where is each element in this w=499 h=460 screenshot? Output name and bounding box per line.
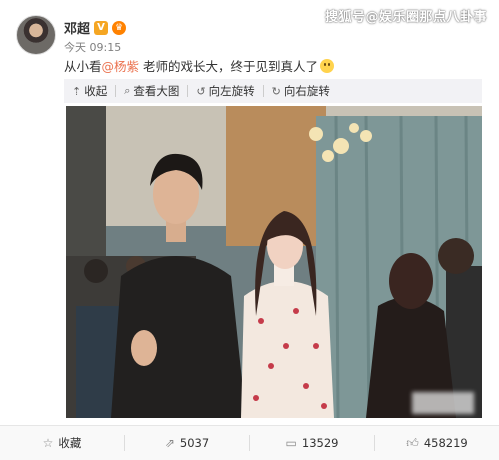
- mention-link[interactable]: @杨紫: [102, 59, 140, 74]
- collapse-up-icon: ⇡: [72, 84, 82, 98]
- post-photo[interactable]: [66, 106, 482, 418]
- post-text-suffix: 老师的戏长大，终于见到真人了: [139, 59, 319, 74]
- collapse-label: 收起: [84, 84, 108, 98]
- rotate-right-button[interactable]: ↻ 向右旋转: [264, 79, 338, 103]
- like-button[interactable]: 👍︎ 458219: [375, 426, 499, 460]
- star-icon: ☆: [42, 436, 54, 450]
- photo-illustration: [66, 106, 482, 418]
- author-name[interactable]: 邓超: [64, 18, 90, 37]
- rotate-left-button[interactable]: ↺ 向左旋转: [188, 79, 262, 103]
- forward-count: 5037: [179, 436, 210, 450]
- magnify-icon: ⌕: [124, 84, 131, 97]
- collapse-button[interactable]: ⇡ 收起: [64, 79, 115, 103]
- rotate-left-icon: ↺: [196, 84, 206, 98]
- rotate-right-label: 向右旋转: [283, 84, 330, 98]
- share-icon: ⇗: [164, 436, 175, 450]
- action-bar: ☆ 收藏 ⇗ 5037 ▭ 13529 👍︎ 458219: [0, 425, 499, 460]
- member-crown-icon: ♛: [112, 20, 127, 35]
- source-watermark: 搜狐号@娱乐圈那点八卦事: [324, 10, 487, 25]
- view-large-label: 查看大图: [133, 84, 180, 98]
- like-count: 458219: [423, 436, 468, 450]
- author-row: 邓超 V ♛: [64, 18, 127, 37]
- weibo-post: 搜狐号@娱乐圈那点八卦事 邓超 V ♛ 今天 09:15 从小看@杨紫 老师的戏…: [0, 0, 499, 460]
- post-text-prefix: 从小看: [64, 59, 102, 74]
- verified-badge-icon: V: [94, 20, 109, 35]
- thumbs-up-icon: 👍︎: [406, 435, 419, 450]
- favorite-button[interactable]: ☆ 收藏: [0, 426, 124, 460]
- smile-emoji-icon: [320, 59, 335, 73]
- comment-icon: ▭: [285, 436, 297, 450]
- post-timestamp[interactable]: 今天 09:15: [64, 39, 121, 55]
- post-text: 从小看@杨紫 老师的戏长大，终于见到真人了: [64, 56, 335, 75]
- favorite-label: 收藏: [58, 436, 82, 450]
- blurred-watermark: [412, 392, 474, 414]
- comment-button[interactable]: ▭ 13529: [250, 426, 374, 460]
- comment-count: 13529: [301, 436, 339, 450]
- avatar[interactable]: [16, 15, 56, 55]
- view-large-button[interactable]: ⌕ 查看大图: [116, 79, 187, 103]
- rotate-right-icon: ↻: [271, 84, 281, 98]
- rotate-left-label: 向左旋转: [208, 84, 255, 98]
- forward-button[interactable]: ⇗ 5037: [125, 426, 249, 460]
- image-toolbar: ⇡ 收起 ⌕ 查看大图 ↺ 向左旋转 ↻ 向右旋转: [64, 79, 482, 103]
